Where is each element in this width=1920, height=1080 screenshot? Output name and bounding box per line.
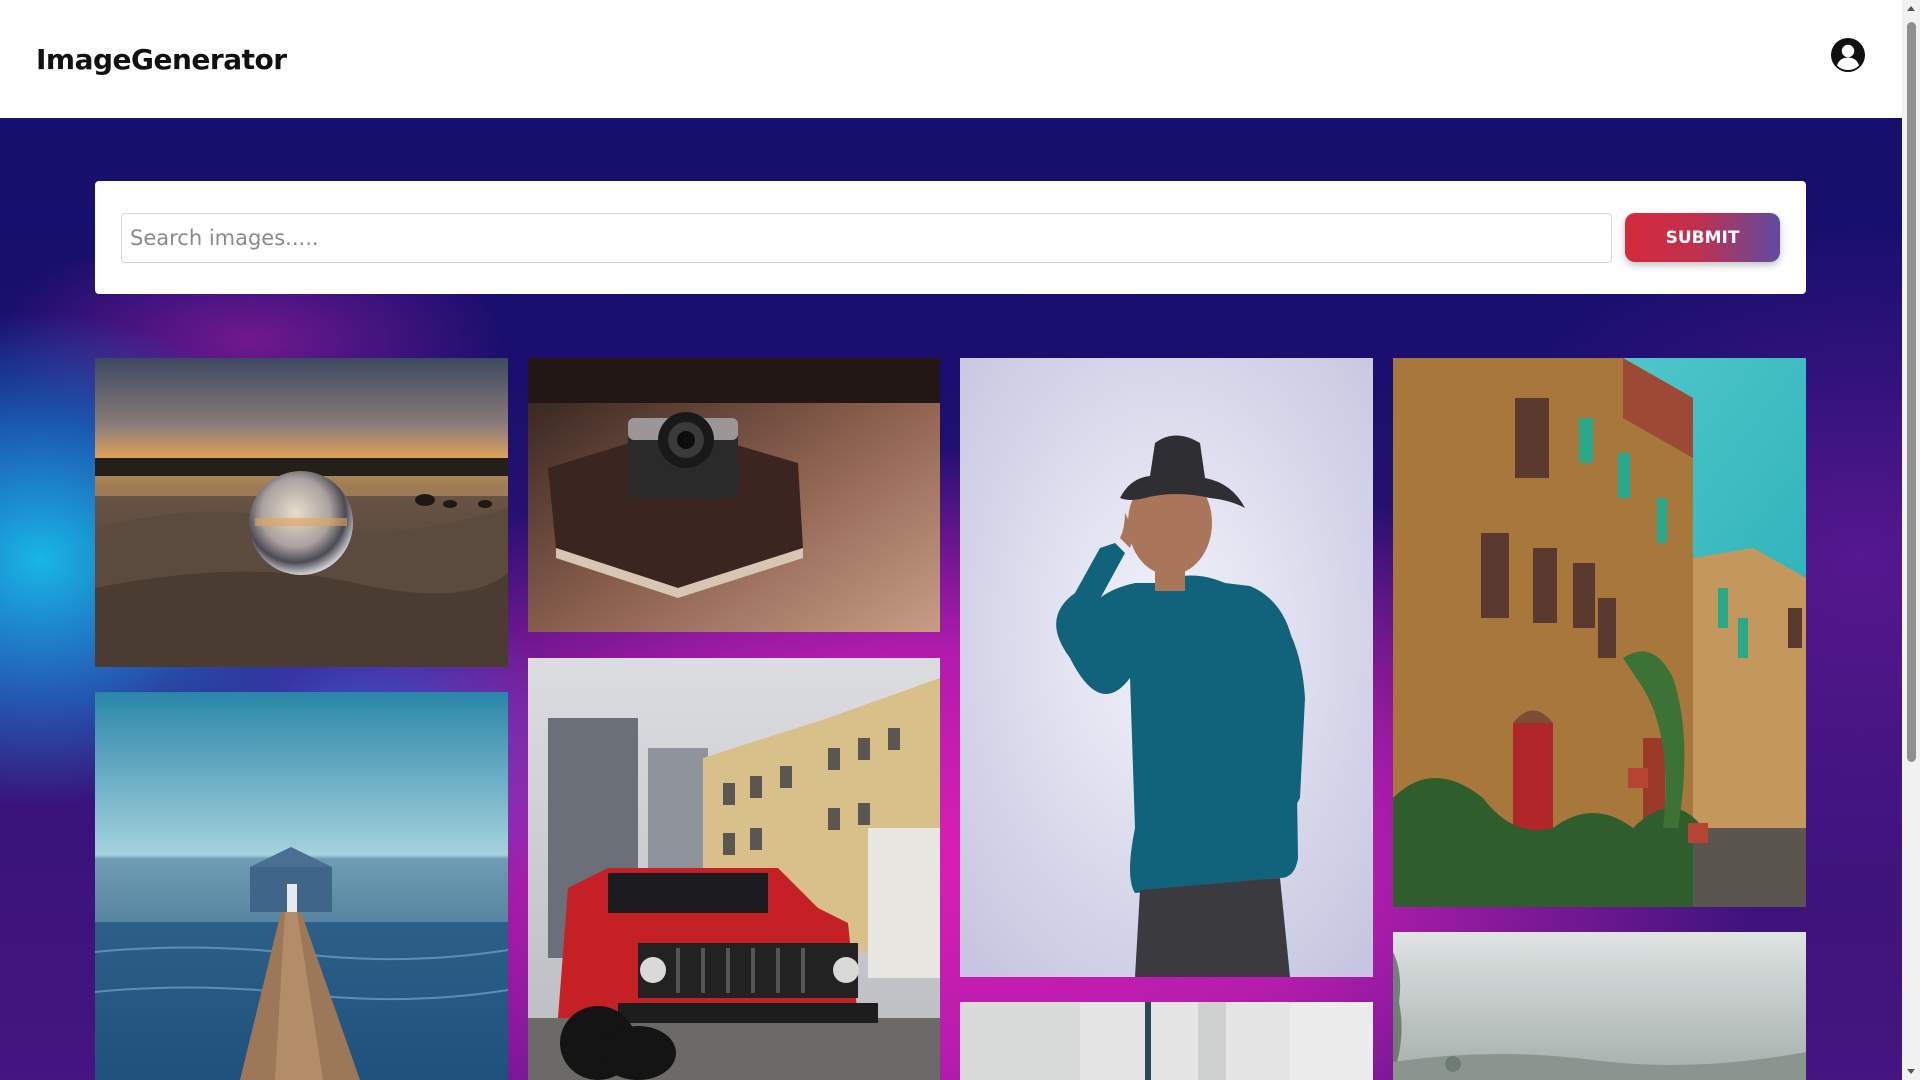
user-circle-icon[interactable] bbox=[1830, 37, 1866, 73]
gallery-image-camera[interactable] bbox=[528, 358, 940, 632]
gallery-image-boy-in-hat[interactable] bbox=[960, 358, 1373, 977]
top-navbar: ImageGenerator bbox=[0, 0, 1902, 118]
scroll-up-arrow-icon[interactable] bbox=[1906, 4, 1916, 14]
gallery-image-foggy-landscape[interactable] bbox=[1393, 932, 1806, 1080]
submit-button[interactable]: SUBMIT bbox=[1625, 213, 1780, 262]
scrollbar-thumb[interactable] bbox=[1907, 22, 1916, 762]
gallery-image-boathouse[interactable] bbox=[95, 692, 508, 1080]
gallery-image-stone-buildings[interactable] bbox=[1393, 358, 1806, 907]
gallery-image-crystal-ball[interactable] bbox=[95, 358, 508, 667]
gallery-image-interior[interactable] bbox=[960, 1002, 1373, 1080]
gallery-image-jeep[interactable] bbox=[528, 658, 940, 1080]
scroll-down-arrow-icon[interactable] bbox=[1906, 1066, 1916, 1076]
app-title[interactable]: ImageGenerator bbox=[36, 43, 287, 76]
search-card: SUBMIT bbox=[95, 181, 1806, 294]
page-scrollbar[interactable] bbox=[1902, 0, 1920, 1080]
search-input[interactable] bbox=[121, 212, 1612, 263]
